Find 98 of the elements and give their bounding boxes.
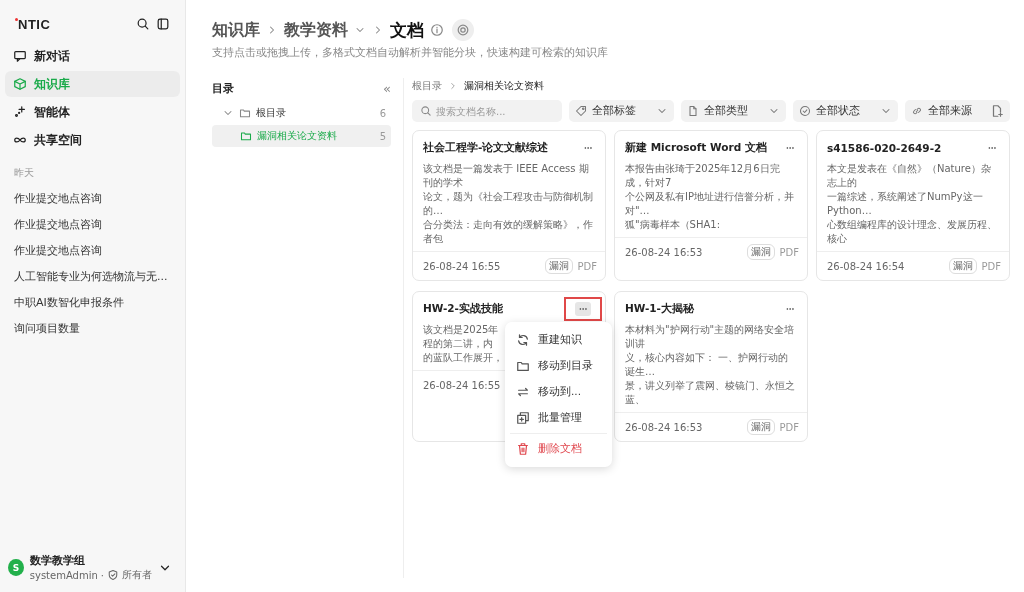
nav-item[interactable]: 智能体 xyxy=(5,99,180,125)
settings-button[interactable] xyxy=(452,19,474,41)
history-item[interactable]: 询问项目数量 xyxy=(5,316,180,342)
avatar: S xyxy=(8,559,24,576)
file-icon xyxy=(687,105,699,117)
description-line: 景，讲义列举了震网、棱镜门、永恒之蓝、 xyxy=(625,379,796,407)
description-line: 一篇综述，系统阐述了NumPy这一Python… xyxy=(827,190,984,218)
item-count: 5 xyxy=(379,130,386,142)
description-line: 本文是发表在《自然》（Nature）杂志上的 xyxy=(827,162,992,190)
file-type: PDF xyxy=(577,260,597,272)
more-button[interactable] xyxy=(575,302,591,316)
cube-icon xyxy=(13,77,27,91)
history-item[interactable]: 人工智能专业为何选物流与无... xyxy=(5,264,180,290)
nav-item[interactable]: 共享空间 xyxy=(5,127,180,153)
card-title: 社会工程学-论文文献综述 xyxy=(423,141,549,155)
card-date: 26-08-24 16:55 xyxy=(423,260,501,272)
description-line: 的蓝队工作展开， xyxy=(423,351,503,365)
file-type: PDF xyxy=(981,260,1001,272)
filter-dropdown[interactable]: 全部状态 xyxy=(793,100,898,122)
document-card[interactable]: 新建 Microsoft Word 文档 本报告由张琦于2025年12月6日完成，针对7 个公网及私有IP地址进行信誉分析，并对"… 狐"病毒样本（SHA1: 26-08-24 16:53 漏洞 PDF xyxy=(614,130,808,281)
breadcrumb-item[interactable]: 教学资料 xyxy=(284,19,348,41)
folder-icon xyxy=(240,130,252,142)
card-title: 新建 Microsoft Word 文档 xyxy=(625,141,767,155)
tag-chip: 漏洞 xyxy=(746,419,775,435)
check-circle-icon xyxy=(799,105,811,117)
menu-item[interactable]: 移动到目录 xyxy=(510,353,607,379)
tag-icon xyxy=(575,105,587,117)
sidebar-toggle-icon[interactable] xyxy=(156,17,170,31)
swap-arrows-icon xyxy=(516,385,530,399)
description-line: 狐"病毒样本（SHA1: xyxy=(625,218,721,232)
history-item[interactable]: 作业提交地点咨询 xyxy=(5,238,180,264)
description-line: 合分类法：走向有效的缓解策略》，作者包 xyxy=(423,218,594,246)
folder-icon xyxy=(239,107,251,119)
description-line: 心数组编程库的设计理念、发展历程、核心 xyxy=(827,218,998,246)
tag-chip: 漏洞 xyxy=(948,258,977,274)
tree-item[interactable]: 根目录 6 xyxy=(212,102,391,124)
shield-icon xyxy=(107,569,119,581)
description-line: 论文，题为《社会工程攻击与防御机制的… xyxy=(423,190,594,218)
menu-item[interactable]: 移动到... xyxy=(510,379,607,405)
breadcrumb-item: 文档 xyxy=(390,18,424,42)
menu-item[interactable]: 重建知识 xyxy=(510,327,607,353)
nav-item[interactable]: 新对话 xyxy=(5,43,180,69)
description-line: 本报告由张琦于2025年12月6日完成，针对7 xyxy=(625,162,781,190)
card-date: 26-08-24 16:53 xyxy=(625,246,703,258)
card-title: s41586-020-2649-2 xyxy=(827,142,942,154)
add-file-icon[interactable] xyxy=(990,104,1004,118)
history-item[interactable]: 作业提交地点咨询 xyxy=(5,212,180,238)
search-icon[interactable] xyxy=(136,17,150,31)
subtitle: 支持点击或拖拽上传，多格式文档自动解析并智能分块，快速构建可检索的知识库 xyxy=(212,46,609,60)
filter-dropdown[interactable]: 全部标签 xyxy=(569,100,674,122)
folder-icon xyxy=(516,359,530,373)
menu-item[interactable]: 删除文档 xyxy=(510,436,607,462)
description-line: 该文档是2025年 xyxy=(423,323,499,337)
card-date: 26-08-24 16:55 xyxy=(423,379,501,391)
sparkle-icon xyxy=(13,105,27,119)
tag-chip: 漏洞 xyxy=(746,244,775,260)
path-item[interactable]: 根目录 xyxy=(412,79,442,93)
trash-icon xyxy=(516,442,530,456)
document-card[interactable]: s41586-020-2649-2 本文是发表在《自然》（Nature）杂志上的 一篇综述，系统阐述了NumPy这一Python… 心数组编程库的设计理念、发展历程、核心 26-08-24 16:54 漏洞 PDF xyxy=(816,130,1010,281)
logo: NTIC xyxy=(15,16,51,32)
history-item[interactable]: 作业提交地点咨询 xyxy=(5,186,180,212)
refresh-icon xyxy=(516,333,530,347)
role-label: 所有者 xyxy=(122,568,152,582)
info-icon[interactable] xyxy=(430,23,444,37)
menu-item[interactable]: 批量管理 xyxy=(510,405,607,431)
card-title: HW-1-大揭秘 xyxy=(625,302,694,316)
item-count: 6 xyxy=(379,107,386,119)
stack-icon xyxy=(516,411,530,425)
card-date: 26-08-24 16:54 xyxy=(827,260,905,272)
panel-title: 目录 xyxy=(212,80,234,96)
tag-chip: 漏洞 xyxy=(544,258,573,274)
filter-dropdown[interactable]: 全部来源 xyxy=(905,100,1010,122)
card-title: HW-2-实战技能 xyxy=(423,302,503,316)
chevron-right-icon xyxy=(448,81,458,91)
description-line: 义，核心内容如下： 一、护网行动的诞生… xyxy=(625,351,790,379)
link-icon xyxy=(911,105,923,117)
card-date: 26-08-24 16:53 xyxy=(625,421,703,433)
file-type: PDF xyxy=(779,421,799,433)
settings-icon xyxy=(456,23,470,37)
file-type: PDF xyxy=(779,246,799,258)
document-card[interactable]: 社会工程学-论文文献综述 该文档是一篇发表于 IEEE Access 期刊的学术 论文，题为《社会工程攻击与防御机制的… 合分类法：走向有效的缓解策略》，作者包 26-08-24 16:55 漏洞 PDF xyxy=(412,130,606,281)
description-line: 该文档是一篇发表于 IEEE Access 期刊的学术 xyxy=(423,162,590,190)
account-name: systemAdmin xyxy=(29,569,98,581)
description-line: 个公网及私有IP地址进行信誉分析，并对"… xyxy=(625,190,795,218)
path-item: 漏洞相关论文资料 xyxy=(464,79,544,93)
chat-bubble-icon xyxy=(13,49,27,63)
description-line: 程的第二讲，内 xyxy=(423,337,493,351)
document-card[interactable]: HW-1-大揭秘 本材料为"护网行动"主题的网络安全培训讲 义，核心内容如下： 一、护网行动的诞生… 景，讲义列举了震网、棱镜门、永恒之蓝、 26-08-24 16:53 漏洞 PDF xyxy=(614,291,808,442)
user-name: 数学教学组 xyxy=(29,553,86,568)
filter-dropdown[interactable]: 全部类型 xyxy=(681,100,786,122)
description-line: 本材料为"护网行动"主题的网络安全培训讲 xyxy=(625,323,796,351)
section-heading: 昨天 xyxy=(13,166,35,180)
search-icon xyxy=(420,105,432,117)
breadcrumb-item[interactable]: 知识库 xyxy=(212,19,260,41)
separator: · xyxy=(100,569,104,581)
history-item[interactable]: 中职AI数智化申报条件 xyxy=(5,290,180,316)
search-field[interactable]: 搜索文档名称... xyxy=(412,100,562,122)
collapse-button[interactable]: « xyxy=(383,80,391,96)
